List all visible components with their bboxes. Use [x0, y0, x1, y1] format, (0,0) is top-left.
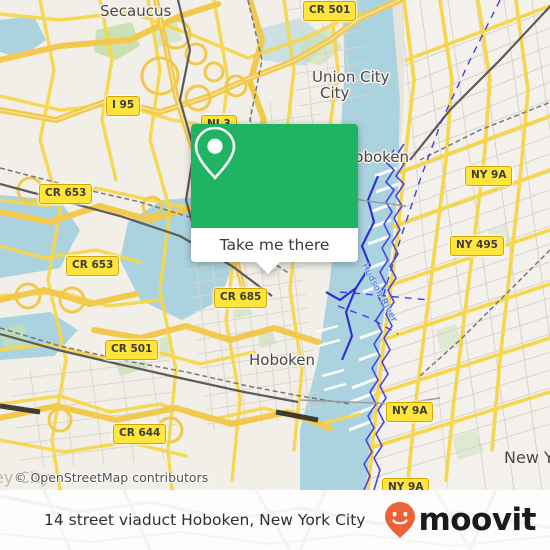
map-canvas[interactable]: Secaucus Union City City Hoboken Hoboken New … [0, 0, 550, 490]
popup-icon-area [191, 124, 358, 228]
moovit-logo[interactable]: moovit [384, 501, 536, 539]
location-popup-card[interactable]: Take me there [191, 124, 358, 274]
footer-bar: 14 street viaduct Hoboken, New York City… [0, 490, 550, 550]
moovit-pin-icon [385, 502, 416, 538]
moovit-wordmark: moovit [418, 502, 536, 538]
popup-pointer-tail [256, 262, 280, 274]
take-me-there-button[interactable]: Take me there [191, 228, 358, 262]
take-me-there-label: Take me there [219, 236, 330, 254]
moovit-map-screenshot: Secaucus Union City City Hoboken Hoboken New … [0, 0, 550, 550]
location-title: 14 street viaduct Hoboken, New York City [44, 511, 366, 529]
map-pin-icon [194, 126, 236, 181]
osm-attribution[interactable]: © OpenStreetMap contributors [14, 470, 208, 485]
